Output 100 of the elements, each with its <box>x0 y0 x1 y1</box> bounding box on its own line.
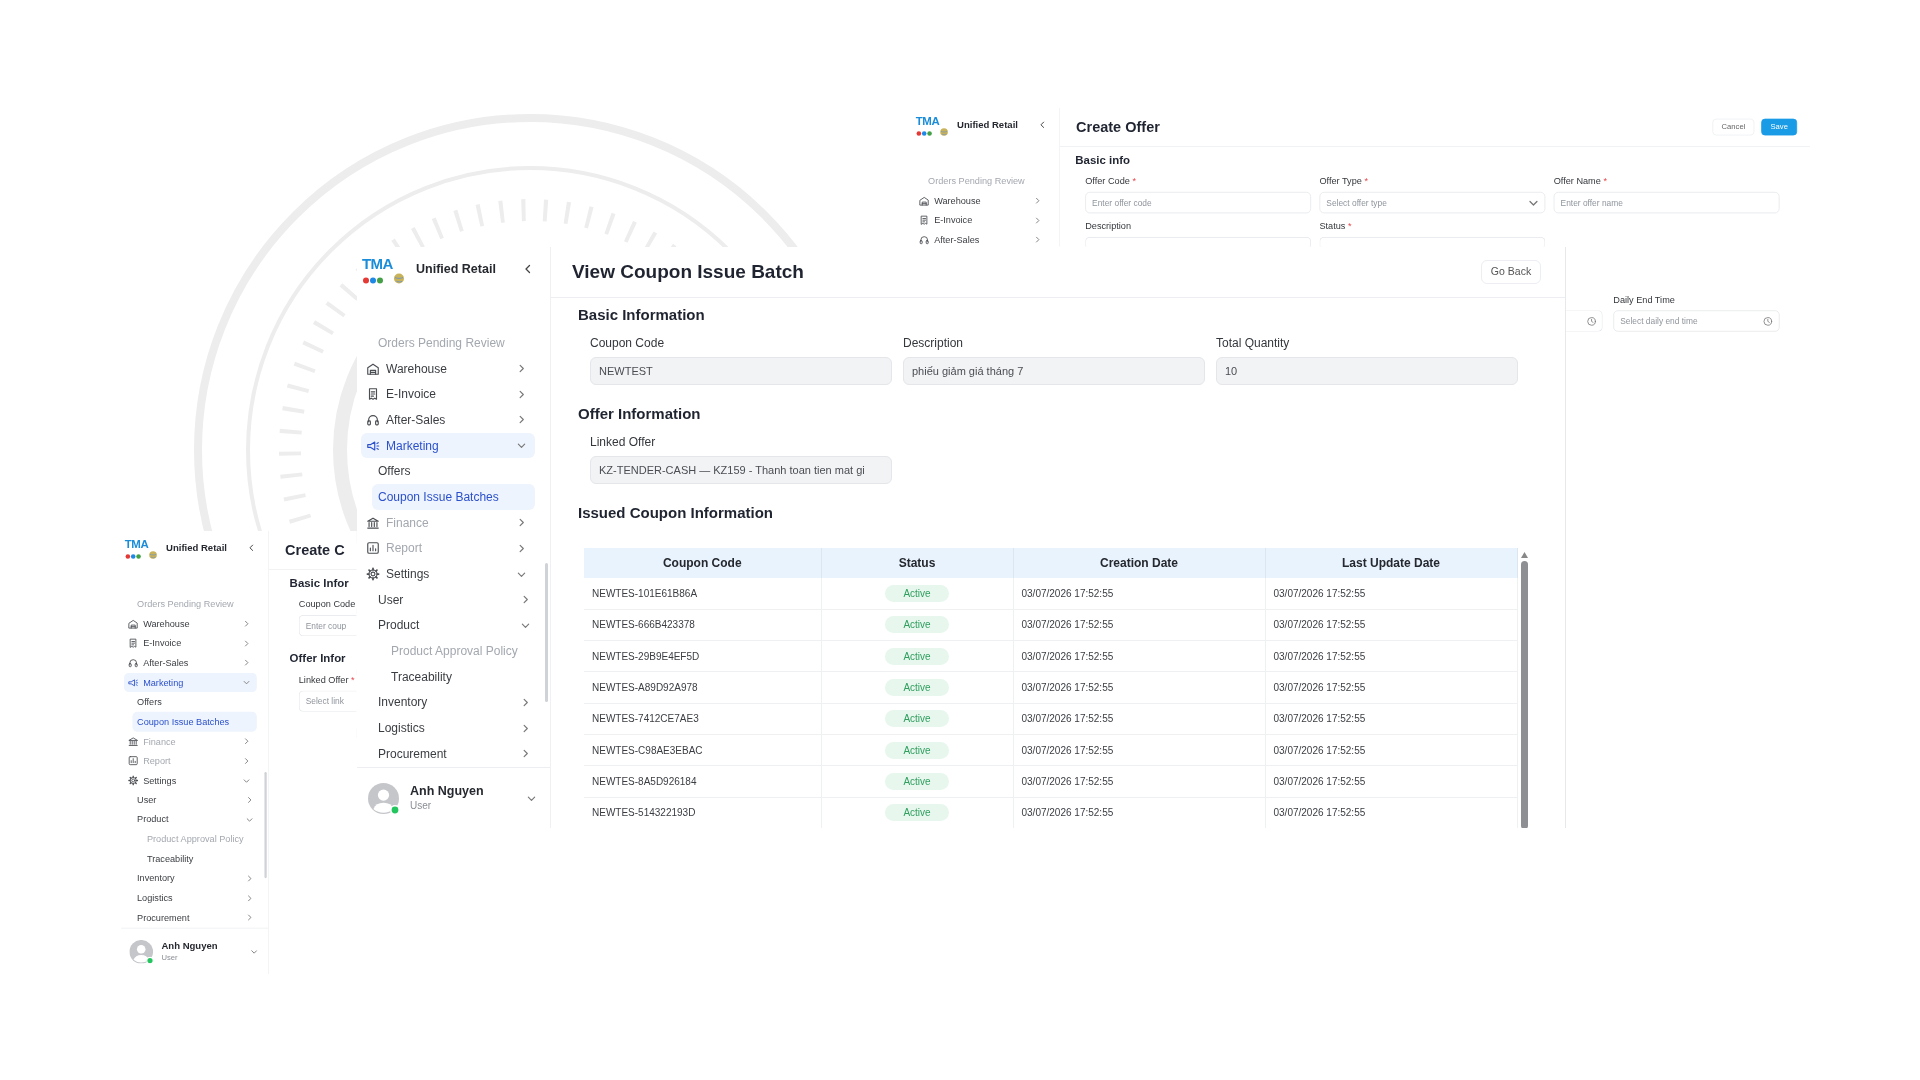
table-cell: NEWTES-514322193D <box>584 797 821 828</box>
scrollbar-thumb[interactable] <box>545 563 548 702</box>
table-cell: NEWTES-101E61B86A <box>584 578 821 610</box>
app-name: Unified Retail <box>957 119 1018 131</box>
logo-mark-icon <box>915 127 950 137</box>
scroll-up-icon[interactable] <box>1520 552 1528 558</box>
input-field[interactable]: KZ-TENDER-CASH — KZ159 - Thanh toan tien mat gi <box>590 456 892 484</box>
scrollbar-thumb[interactable] <box>264 772 267 879</box>
sidebar-item[interactable]: Logistics <box>372 715 535 741</box>
sidebar-item[interactable]: Warehouse <box>361 355 535 382</box>
bank-icon <box>366 515 380 530</box>
table-cell: NEWTES-666B423378 <box>584 609 821 641</box>
avatar-icon <box>368 782 399 814</box>
table-cell: NEWTES-7412CE7AE3 <box>584 703 821 735</box>
table-cell: 03/07/2026 17:52:55 <box>1013 578 1265 610</box>
sidebar-item[interactable]: Settings <box>361 561 535 587</box>
sidebar-item[interactable]: User <box>132 790 257 810</box>
status-badge: Active <box>885 679 949 697</box>
sidebar-item[interactable]: Inventory <box>132 868 257 889</box>
settings-icon <box>366 567 380 582</box>
field-label: Coupon Code <box>590 335 665 352</box>
sidebar-item[interactable]: Product <box>372 612 535 639</box>
user-role: User <box>410 799 432 812</box>
input-field[interactable]: 10 <box>1216 357 1518 385</box>
table-cell: 03/07/2026 17:52:55 <box>1265 703 1517 735</box>
sidebar-item[interactable]: Coupon Issue Batches <box>132 711 257 732</box>
sidebar-item[interactable]: Traceability <box>385 663 535 690</box>
page-title: Create Offer <box>1076 117 1160 137</box>
table-cell: NEWTES-8A5D926184 <box>584 765 821 798</box>
sidebar-item[interactable]: Marketing <box>124 672 257 693</box>
avatar-icon <box>129 939 154 964</box>
table-cell: 03/07/2026 17:52:55 <box>1265 609 1517 641</box>
warehouse-icon <box>366 361 380 376</box>
status-badge: Active <box>885 584 949 602</box>
table-cell: 03/07/2026 17:52:55 <box>1265 578 1517 610</box>
sidebar-item[interactable]: Traceability <box>142 849 257 869</box>
column-header: Last Update Date <box>1265 548 1517 578</box>
sidebar-item[interactable]: Procurement <box>132 907 257 928</box>
section-heading: Basic info <box>1075 152 1130 168</box>
table-cell: 03/07/2026 17:52:55 <box>1265 765 1517 798</box>
sidebar-item[interactable]: Procurement <box>372 741 535 767</box>
table-cell: 03/07/2026 17:52:55 <box>1013 765 1265 798</box>
sidebar-item[interactable]: Settings <box>124 770 257 791</box>
sidebar-item[interactable]: E-Invoice <box>361 381 535 408</box>
chevron-left-icon[interactable] <box>523 264 533 274</box>
input-field[interactable]: Enter offer name <box>1553 191 1780 214</box>
app-name: Unified Retail <box>416 262 496 277</box>
field-label: Linked Offer <box>590 434 656 451</box>
table-cell: NEWTES-A89D92A978 <box>584 671 821 704</box>
input-field[interactable]: Enter coup <box>298 614 357 637</box>
time-field[interactable] <box>1566 310 1603 332</box>
sidebar-item[interactable]: Logistics <box>132 888 257 908</box>
status-badge: Active <box>885 804 949 822</box>
section-heading: Basic Information <box>578 305 705 325</box>
sidebar-item[interactable]: Warehouse <box>124 613 257 634</box>
column-header: Creation Date <box>1013 548 1265 578</box>
section-heading: Offer Information <box>578 404 701 424</box>
input-field[interactable]: Select link <box>298 690 357 712</box>
sidebar-item[interactable]: Coupon Issue Batches <box>372 484 535 510</box>
status-badge: Active <box>885 616 949 634</box>
input-field[interactable]: phiếu giảm giá tháng 7 <box>903 357 1205 385</box>
table-cell: 03/07/2026 17:52:55 <box>1265 640 1517 672</box>
table-cell: NEWTES-29B9E4EF5D <box>584 640 821 672</box>
sidebar-item[interactable]: Inventory <box>372 689 535 716</box>
sidebar-item[interactable]: Offers <box>132 692 257 712</box>
field-label: Linked Offer * <box>298 673 355 687</box>
sidebar-item[interactable]: User <box>372 586 535 613</box>
user-name: Anh Nguyen <box>410 784 484 799</box>
column-header: Status <box>821 548 1013 578</box>
sidebar-item[interactable]: Marketing <box>361 432 535 459</box>
table-cell: 03/07/2026 17:52:55 <box>1265 734 1517 766</box>
table-cell: 03/07/2026 17:52:55 <box>1265 671 1517 704</box>
section-heading: Offer Infor <box>289 650 346 667</box>
section-heading: Basic Infor <box>289 575 349 591</box>
scrollbar-thumb[interactable] <box>1520 561 1528 828</box>
sidebar-item[interactable]: Product <box>132 809 257 830</box>
headset-icon <box>366 412 380 427</box>
field-label: Total Quantity <box>1216 335 1290 352</box>
page-title: Create C <box>285 540 345 560</box>
sidebar-item[interactable]: After-Sales <box>124 653 257 673</box>
table-cell: 03/07/2026 17:52:55 <box>1013 703 1265 735</box>
field-label: Coupon Code <box>298 597 356 612</box>
sidebar-item[interactable]: After-Sales <box>361 407 535 433</box>
sidebar-item[interactable]: Warehouse <box>915 190 1048 211</box>
chevron-down-icon[interactable] <box>527 793 536 803</box>
sidebar-item[interactable]: E-Invoice <box>915 210 1048 231</box>
input-field[interactable]: NEWTEST <box>590 357 892 385</box>
status-badge: Active <box>885 710 949 728</box>
field-label: Status * <box>1319 219 1352 234</box>
field-label: Description <box>1085 219 1131 234</box>
sidebar-item[interactable]: After-Sales <box>915 230 1048 247</box>
logo-text: TMA <box>124 537 149 551</box>
field-label: Offer Code * <box>1085 174 1136 189</box>
sidebar-item[interactable]: Offers <box>372 458 535 485</box>
logo-text: TMA <box>362 255 393 272</box>
input-field[interactable]: Enter offer code <box>1085 191 1312 214</box>
status-badge: Active <box>885 741 949 759</box>
status-badge: Active <box>885 772 949 790</box>
back-button[interactable]: Go Back <box>1481 260 1541 284</box>
sidebar-item[interactable]: E-Invoice <box>124 633 257 654</box>
